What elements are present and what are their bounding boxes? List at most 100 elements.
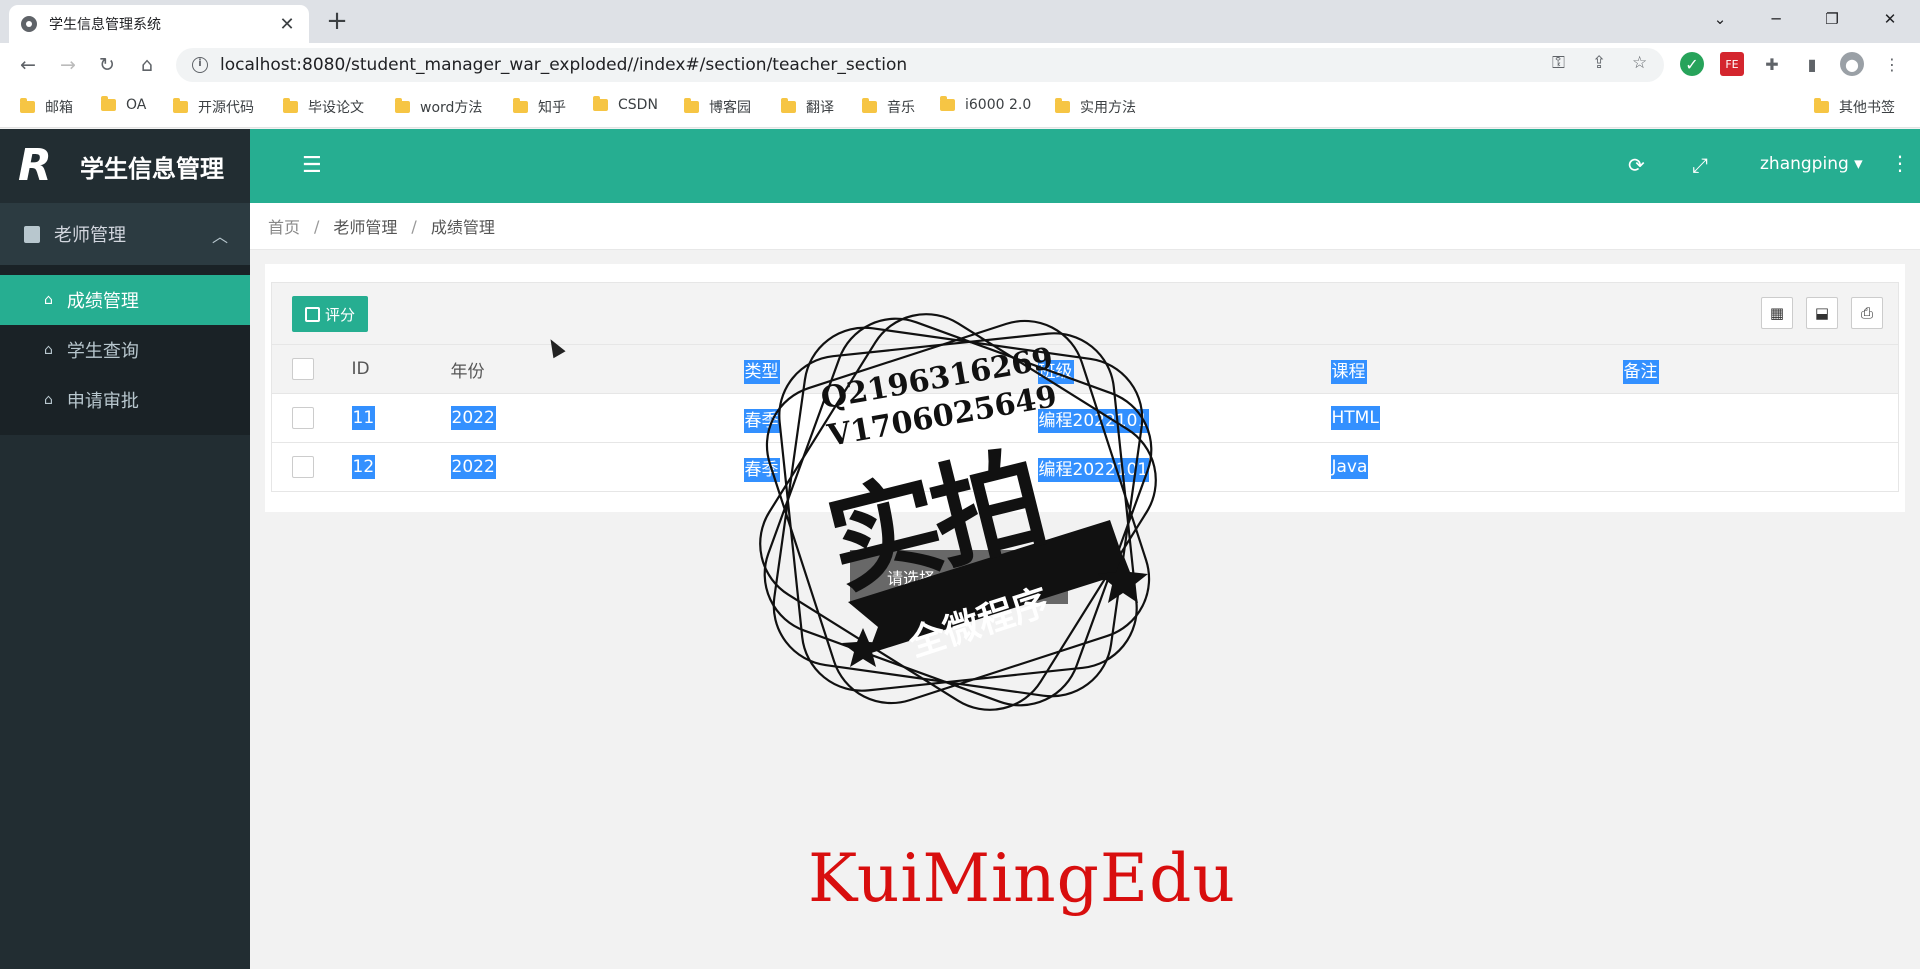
breadcrumb-separator: /	[314, 216, 320, 236]
top-navbar: ☰ ⟳ ⤢ zhangping ▾ ⋮	[250, 129, 1920, 203]
bookmark-label: i6000 2.0	[965, 97, 1032, 113]
bookmark-folder[interactable]: 实用方法	[1055, 97, 1136, 117]
folder-icon	[283, 98, 298, 113]
column-header[interactable]: 类型	[743, 344, 1038, 394]
folder-icon	[20, 98, 35, 113]
shield-extension-icon[interactable]: ✓	[1680, 52, 1704, 76]
bookmark-folder[interactable]: i6000 2.0	[940, 96, 1032, 113]
restore-button[interactable]: ❐	[1804, 0, 1860, 38]
bookmark-label: 毕设论文	[308, 100, 364, 116]
column-header[interactable]: 班级	[1037, 344, 1331, 394]
print-icon: ⎙	[1860, 304, 1873, 322]
table-cell: 11	[351, 393, 451, 443]
bookmark-folder[interactable]: 音乐	[862, 97, 915, 117]
table-row[interactable]: 12 2022 春季 编程2022101 Java	[271, 442, 1899, 492]
sidebar-item-student-query[interactable]: ⌂ 学生查询	[0, 325, 250, 375]
id-card-icon	[24, 225, 40, 243]
bookmark-label: CSDN	[618, 97, 658, 113]
home-icon: ⌂	[44, 392, 53, 408]
address-bar[interactable]: i localhost:8080/student_manager_war_exp…	[176, 48, 1664, 82]
bookmark-folder[interactable]: 博客园	[684, 97, 751, 117]
sidebar-submenu: ⌂ 成绩管理 ⌂ 学生查询 ⌂ 申请审批	[0, 265, 250, 435]
table-cell: 12	[351, 442, 451, 492]
breadcrumb-home[interactable]: 首页	[268, 214, 300, 238]
cell-text: 2022	[450, 406, 496, 430]
bookmark-star-icon[interactable]: ☆	[1632, 53, 1647, 73]
save-icon	[304, 306, 320, 322]
extensions-puzzle-icon[interactable]: ✚	[1760, 52, 1784, 76]
grid-icon: ▦	[1769, 304, 1785, 322]
table-row[interactable]: 11 2022 春季 编程2022101 HTML	[271, 393, 1899, 443]
chevron-up-icon: ︿	[211, 227, 228, 246]
close-tab-icon[interactable]: ✕	[277, 14, 297, 35]
browser-toolbar: ← → ↻ ⌂ i localhost:8080/student_manager…	[0, 43, 1920, 86]
close-window-button[interactable]: ✕	[1862, 0, 1918, 38]
select-all-checkbox[interactable]	[292, 358, 314, 380]
reload-icon[interactable]: ↻	[91, 49, 123, 81]
row-checkbox[interactable]	[292, 407, 314, 429]
export-button[interactable]: ⬓	[1806, 297, 1838, 329]
bookmark-folder[interactable]: CSDN	[593, 96, 658, 113]
menu-toggle-icon[interactable]: ☰	[302, 153, 322, 178]
share-icon[interactable]: ⇪	[1592, 53, 1606, 73]
tab-title: 学生信息管理系统	[49, 17, 161, 33]
new-tab-button[interactable]: +	[322, 6, 352, 36]
home-icon[interactable]: ⌂	[131, 49, 163, 81]
fe-extension-icon[interactable]: FE	[1720, 52, 1744, 76]
back-icon[interactable]: ←	[12, 49, 44, 81]
user-menu[interactable]: zhangping ▾	[1760, 154, 1863, 174]
sidebar-item-approval[interactable]: ⌂ 申请审批	[0, 375, 250, 425]
other-bookmarks[interactable]: 其他书签	[1814, 97, 1895, 117]
bookmark-label: 开源代码	[198, 100, 254, 116]
browser-menu-icon[interactable]: ⋮	[1880, 52, 1904, 76]
bookmark-folder[interactable]: word方法	[395, 97, 482, 117]
main-panel: 评分 ▦ ⬓ ⎙ ID 年份 类型 班级 课程 备注 11 2022 春季 编程…	[265, 264, 1905, 512]
header-text: 备注	[1622, 359, 1659, 384]
site-info-icon[interactable]: i	[192, 57, 208, 73]
folder-icon	[1814, 98, 1829, 113]
cell-text: 编程2022101	[1037, 457, 1150, 482]
profile-avatar-icon[interactable]: ●	[1840, 52, 1864, 76]
column-header[interactable]: 课程	[1330, 344, 1623, 394]
bookmark-folder[interactable]: 开源代码	[173, 97, 254, 117]
sidebar-item-score-management[interactable]: ⌂ 成绩管理	[0, 275, 250, 325]
bookmark-folder[interactable]: 知乎	[513, 97, 566, 117]
side-panel-icon[interactable]: ▮	[1800, 52, 1824, 76]
fullscreen-icon[interactable]: ⤢	[1692, 153, 1708, 177]
bookmark-folder[interactable]: OA	[101, 96, 146, 113]
bookmark-folder[interactable]: 翻译	[781, 97, 834, 117]
refresh-icon[interactable]: ⟳	[1628, 153, 1645, 177]
breadcrumb-teacher[interactable]: 老师管理	[333, 214, 397, 238]
cell-text: 春季	[743, 408, 780, 433]
brand-logo: R	[18, 140, 52, 191]
table-toolbar: 评分 ▦ ⬓ ⎙	[271, 282, 1899, 344]
breadcrumb-separator: /	[411, 216, 417, 236]
folder-icon	[593, 96, 608, 111]
brand[interactable]: R 学生信息管理	[0, 129, 250, 203]
column-header[interactable]: ID	[351, 344, 451, 394]
column-header[interactable]: 备注	[1622, 344, 1899, 394]
breadcrumb: 首页 / 老师管理 / 成绩管理	[250, 203, 1920, 250]
minimize-button[interactable]: ─	[1748, 0, 1804, 38]
columns-toggle-button[interactable]: ▦	[1761, 297, 1793, 329]
more-vertical-icon[interactable]: ⋮	[1890, 151, 1910, 175]
sidebar-item-label: 成绩管理	[66, 291, 139, 312]
table-cell: 编程2022101	[1037, 393, 1331, 443]
folder-icon	[173, 98, 188, 113]
bookmark-label: 音乐	[887, 100, 915, 116]
sidebar-group-teacher[interactable]: 老师管理 ︿	[0, 203, 250, 265]
bookmark-label: 翻译	[806, 100, 834, 116]
key-icon[interactable]: ⚿	[1552, 53, 1565, 73]
bookmark-folder[interactable]: 邮箱	[20, 97, 73, 117]
browser-tab[interactable]: 学生信息管理系统 ✕	[9, 5, 309, 43]
row-checkbox[interactable]	[292, 456, 314, 478]
browser-tabbar: 学生信息管理系统 ✕ + ⌄ ─ ❐ ✕	[0, 0, 1920, 43]
print-button[interactable]: ⎙	[1851, 297, 1883, 329]
bookmark-folder[interactable]: 毕设论文	[283, 97, 364, 117]
bookmark-label: 其他书签	[1839, 100, 1895, 116]
column-header[interactable]: 年份	[450, 344, 744, 394]
caret-down-icon: ▾	[1854, 154, 1863, 174]
rate-button[interactable]: 评分	[292, 296, 368, 332]
forward-icon[interactable]: →	[52, 49, 84, 81]
tab-search-icon[interactable]: ⌄	[1692, 0, 1748, 38]
